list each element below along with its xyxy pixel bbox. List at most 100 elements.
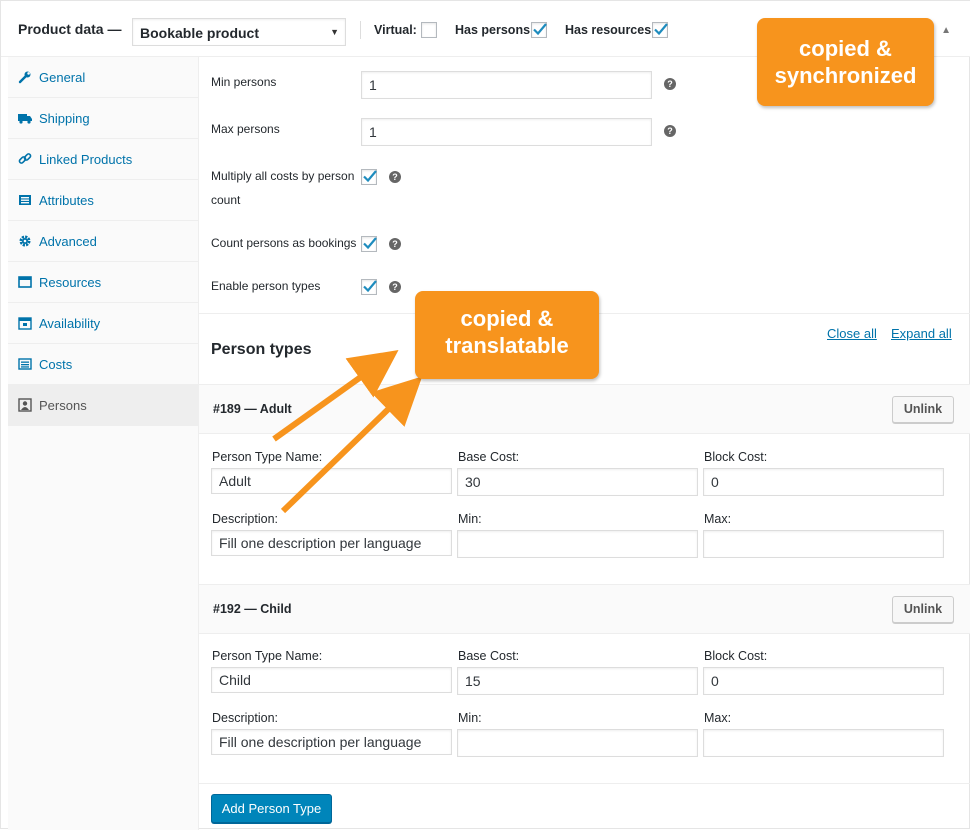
sidebar-item-label: Shipping [39, 111, 90, 126]
add-person-type-button[interactable]: Add Person Type [211, 794, 332, 823]
min-persons-label: Min persons [211, 75, 277, 89]
enable-person-types-label: Enable person types [211, 279, 321, 293]
multiply-costs-label: Multiply all costs by person [211, 169, 355, 183]
sidebar-item-advanced[interactable]: Advanced [8, 221, 199, 262]
expand-all-link[interactable]: Expand all [891, 326, 952, 341]
person-type-name-input[interactable]: Adult [211, 468, 452, 494]
sidebar-item-linked-products[interactable]: Linked Products [8, 139, 199, 180]
help-icon[interactable]: ? [389, 281, 401, 293]
persons-panel: Min persons 1 ? Max persons 1 ? Multiply… [199, 57, 970, 830]
block-cost-value: 0 [711, 474, 719, 490]
block-cost-input[interactable]: 0 [703, 667, 944, 695]
sidebar-item-label: Attributes [39, 193, 94, 208]
checkmark-icon [363, 237, 377, 250]
unlink-button[interactable]: Unlink [892, 396, 954, 423]
sidebar-item-label: Resources [39, 275, 102, 290]
person-type-heading: #189 — Adult [213, 402, 292, 416]
min-input[interactable] [457, 530, 698, 558]
callout-translatable: copied & translatable [415, 291, 599, 379]
base-cost-value: 15 [465, 673, 481, 689]
product-data-tabs: General Shipping Linked Products Attribu… [8, 57, 199, 830]
virtual-label: Virtual: [374, 23, 417, 37]
description-label: Description: [212, 711, 278, 725]
person-type-name-value: Adult [219, 473, 251, 489]
person-type-name-label: Person Type Name: [212, 450, 323, 464]
base-cost-input[interactable]: 30 [457, 468, 698, 496]
product-data-panel: Product data — Bookable product ▼ Virtua… [0, 0, 970, 830]
block-cost-value: 0 [711, 673, 719, 689]
sidebar-item-label: General [39, 70, 86, 85]
multiply-costs-label-line2: count [211, 193, 241, 207]
checkmark-icon [363, 170, 377, 183]
callout-text: copied & [799, 36, 892, 61]
unlink-button[interactable]: Unlink [892, 596, 954, 623]
callout-synchronized: copied & synchronized [757, 18, 934, 106]
description-input[interactable]: Fill one description per language [211, 530, 452, 556]
sidebar-item-costs[interactable]: Costs [8, 344, 199, 385]
sidebar-item-general[interactable]: General [8, 57, 199, 98]
window-icon [18, 275, 32, 289]
close-all-link[interactable]: Close all [827, 326, 877, 341]
sidebar-item-attributes[interactable]: Attributes [8, 180, 199, 221]
sidebar-item-label: Costs [39, 357, 73, 372]
person-icon [18, 398, 32, 412]
product-type-value: Bookable product [140, 25, 260, 41]
person-type-header[interactable]: #189 — Adult Unlink [199, 384, 970, 434]
help-icon[interactable]: ? [664, 78, 676, 90]
max-input[interactable] [703, 530, 944, 558]
description-input[interactable]: Fill one description per language [211, 729, 452, 755]
has-persons-checkbox[interactable] [531, 22, 547, 38]
section-divider [199, 783, 970, 784]
max-persons-input[interactable]: 1 [361, 118, 652, 146]
person-type-header[interactable]: #192 — Child Unlink [199, 584, 970, 634]
list-icon [18, 193, 32, 207]
description-value: Fill one description per language [219, 535, 422, 551]
checkmark-icon [363, 280, 377, 293]
max-persons-value: 1 [369, 124, 377, 140]
help-icon[interactable]: ? [664, 125, 676, 137]
product-type-select[interactable]: Bookable product ▼ [132, 18, 346, 46]
callout-text: copied & [460, 306, 554, 331]
description-label: Description: [212, 512, 278, 526]
sidebar-item-persons[interactable]: Persons [8, 385, 199, 426]
gear-icon [18, 234, 32, 248]
chevron-down-icon: ▼ [330, 27, 339, 37]
sidebar-item-availability[interactable]: Availability [8, 303, 199, 344]
link-icon [18, 152, 32, 166]
person-types-title: Person types [211, 341, 312, 358]
person-type-name-input[interactable]: Child [211, 667, 452, 693]
help-icon[interactable]: ? [389, 171, 401, 183]
checkmark-icon [654, 23, 668, 36]
callout-text: synchronized [774, 63, 917, 88]
count-bookings-checkbox[interactable] [361, 236, 377, 252]
has-resources-label: Has resources: [565, 23, 656, 37]
base-cost-value: 30 [465, 474, 481, 490]
collapse-toggle-icon[interactable]: ▲ [941, 25, 951, 36]
header-divider [360, 21, 361, 39]
block-cost-input[interactable]: 0 [703, 468, 944, 496]
enable-person-types-checkbox[interactable] [361, 279, 377, 295]
sidebar-item-shipping[interactable]: Shipping [8, 98, 199, 139]
has-resources-checkbox[interactable] [652, 22, 668, 38]
max-label: Max: [704, 711, 732, 725]
checkmark-icon [533, 23, 547, 36]
max-input[interactable] [703, 729, 944, 757]
sidebar-item-label: Availability [39, 316, 101, 331]
callout-text: translatable [445, 333, 569, 358]
list-icon [18, 357, 32, 371]
min-persons-value: 1 [369, 77, 377, 93]
min-persons-input[interactable]: 1 [361, 71, 652, 99]
block-cost-label: Block Cost: [704, 649, 768, 663]
sidebar-item-resources[interactable]: Resources [8, 262, 199, 303]
base-cost-label: Base Cost: [458, 450, 520, 464]
base-cost-input[interactable]: 15 [457, 667, 698, 695]
base-cost-label: Base Cost: [458, 649, 520, 663]
person-type-name-label: Person Type Name: [212, 649, 323, 663]
sidebar-item-label: Advanced [39, 234, 97, 249]
help-icon[interactable]: ? [389, 238, 401, 250]
multiply-costs-checkbox[interactable] [361, 169, 377, 185]
truck-icon [18, 111, 32, 125]
min-input[interactable] [457, 729, 698, 757]
wrench-icon [18, 70, 32, 84]
virtual-checkbox[interactable] [421, 22, 437, 38]
